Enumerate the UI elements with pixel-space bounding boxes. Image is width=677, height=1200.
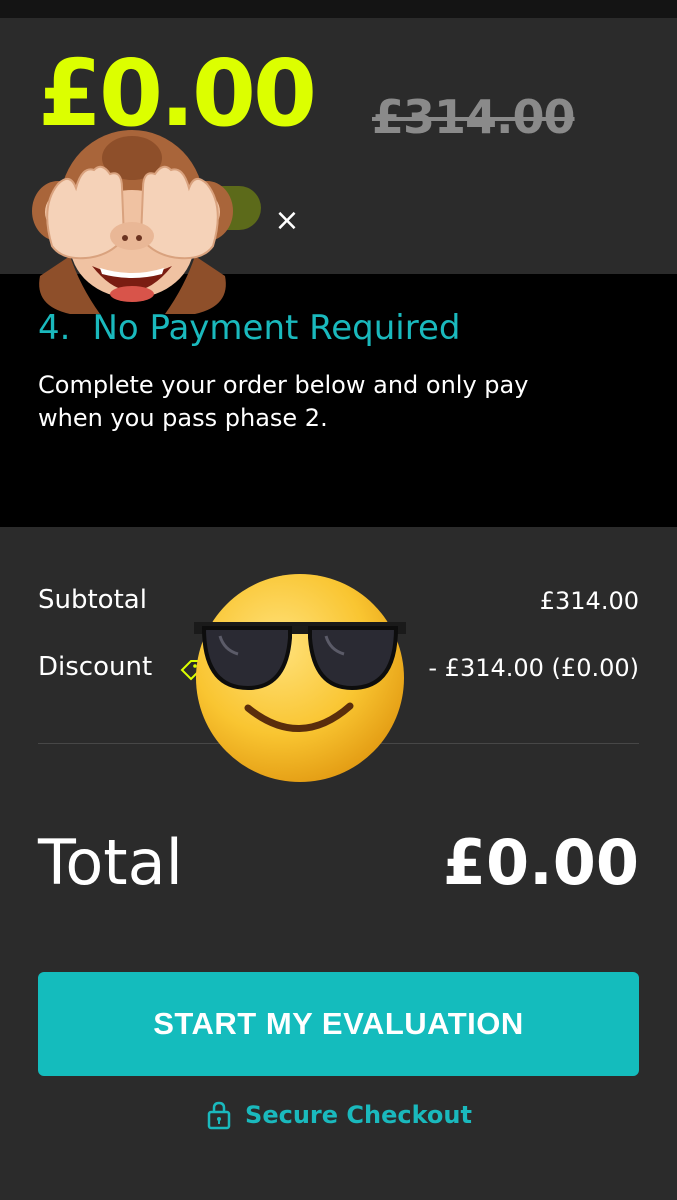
- discount-value: - £314.00 (£0.00): [428, 654, 639, 682]
- subtotal-label: Subtotal: [38, 585, 147, 615]
- total-label: Total: [38, 826, 183, 899]
- sunglasses-emoji-icon: [194, 574, 406, 782]
- original-price: £314.00: [372, 90, 576, 144]
- close-icon[interactable]: ×: [274, 206, 300, 236]
- lock-icon: [207, 1101, 231, 1130]
- subtotal-value: £314.00: [539, 587, 639, 615]
- step-description: Complete your order below and only pay w…: [38, 371, 529, 432]
- top-status-strip: [0, 0, 677, 18]
- start-evaluation-button[interactable]: START MY EVALUATION: [38, 972, 639, 1076]
- secure-checkout: Secure Checkout: [0, 1095, 677, 1135]
- total-value: £0.00: [442, 826, 639, 899]
- discount-label: Discount: [38, 652, 153, 682]
- secure-checkout-label: Secure Checkout: [245, 1101, 472, 1129]
- see-no-evil-monkey-icon: [32, 130, 233, 314]
